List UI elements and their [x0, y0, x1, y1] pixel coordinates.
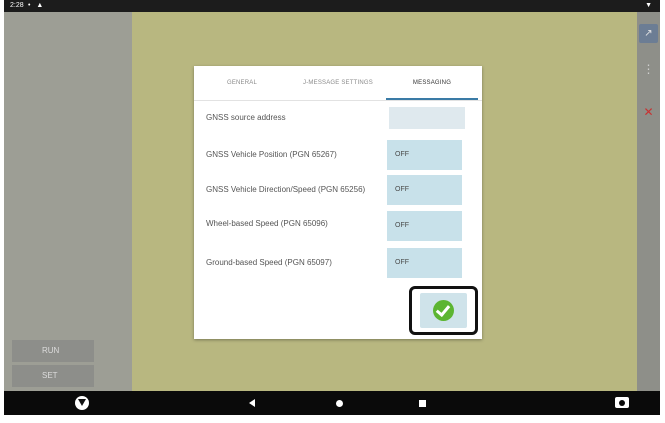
recent-apps-icon[interactable]: [419, 400, 426, 407]
gnss-vehicle-position-toggle[interactable]: OFF: [387, 140, 462, 170]
confirm-highlight: [409, 286, 478, 335]
check-mark: [435, 301, 451, 318]
camera-icon[interactable]: [615, 397, 629, 408]
gnss-vehicle-direction-speed-toggle[interactable]: OFF: [387, 175, 462, 205]
status-bar: 2:28 • ▲ ▼: [4, 0, 660, 12]
ground-based-speed-label: Ground-based Speed (PGN 65097): [206, 258, 332, 267]
status-time: 2:28: [10, 2, 24, 9]
set-button[interactable]: SET: [12, 365, 94, 387]
ground-based-speed-toggle[interactable]: OFF: [387, 248, 462, 278]
left-panel: [4, 12, 132, 391]
gnss-vehicle-direction-speed-label: GNSS Vehicle Direction/Speed (PGN 65256): [206, 185, 366, 194]
check-icon: [433, 300, 454, 321]
tablet-screen: 2:28 • ▲ ▼ ↗ ⋮ ✕ RUN SET GENERAL J-MESSA…: [4, 0, 660, 423]
run-button[interactable]: RUN: [12, 340, 94, 362]
tool-icon[interactable]: ✕: [641, 105, 656, 120]
wheel-based-speed-toggle[interactable]: OFF: [387, 211, 462, 241]
right-toolbar: ↗ ⋮ ✕: [637, 12, 660, 391]
notification-icons: • ▲: [28, 2, 46, 9]
gnss-source-address-field: [389, 107, 465, 129]
messaging-settings-dialog: GENERAL J-MESSAGE SETTINGS MESSAGING GNS…: [194, 66, 482, 339]
wheel-based-speed-label: Wheel-based Speed (PGN 65096): [206, 219, 328, 228]
active-tab-indicator: [386, 98, 478, 100]
tab-j-message-settings[interactable]: J-MESSAGE SETTINGS: [290, 66, 386, 100]
expand-icon[interactable]: ↗: [639, 24, 658, 43]
bottom-margin: [4, 415, 660, 423]
tab-bar: GENERAL J-MESSAGE SETTINGS MESSAGING: [194, 66, 482, 101]
tab-messaging[interactable]: MESSAGING: [386, 66, 478, 100]
navigation-bar: [4, 391, 660, 415]
wifi-icon: ▼: [645, 2, 652, 9]
gnss-source-address-label: GNSS source address: [206, 113, 286, 122]
back-icon[interactable]: [249, 399, 255, 407]
device-logo-icon[interactable]: [75, 396, 89, 410]
menu-icon[interactable]: ⋮: [641, 62, 656, 77]
tab-general[interactable]: GENERAL: [194, 66, 290, 100]
home-icon[interactable]: [336, 400, 343, 407]
confirm-button[interactable]: [420, 293, 467, 328]
gnss-vehicle-position-label: GNSS Vehicle Position (PGN 65267): [206, 150, 337, 159]
